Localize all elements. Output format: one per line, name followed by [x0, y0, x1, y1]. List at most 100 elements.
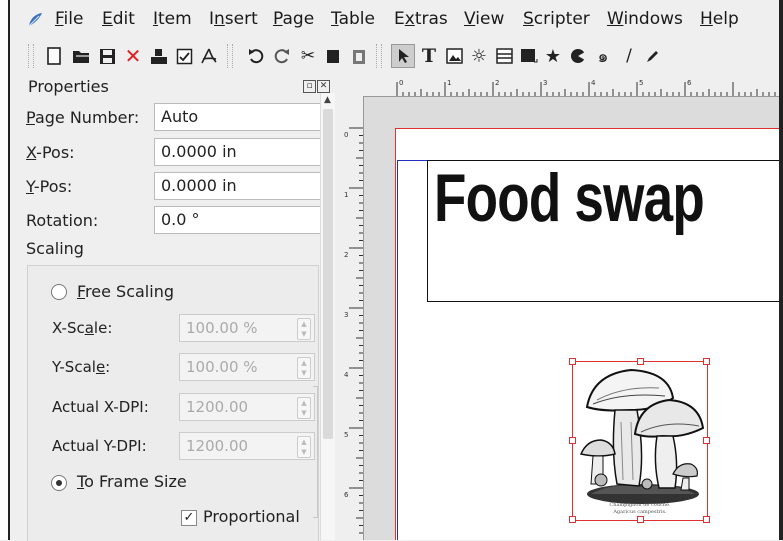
panel-title: Properties: [28, 77, 109, 96]
horizontal-ruler-ticks: 0 1 2 3 4 5 6: [396, 79, 776, 96]
image-caption-line1: Champignon de couche.: [609, 502, 671, 508]
bezier-pen-icon[interactable]: [643, 46, 663, 66]
print-icon[interactable]: [149, 46, 169, 66]
scribus-app-icon: [28, 13, 42, 27]
line-icon[interactable]: /: [619, 46, 639, 66]
xdpi-stepper[interactable]: ▲ ▼: [297, 397, 311, 419]
ruler-number: 6: [344, 491, 349, 499]
resize-handle-bottom-left[interactable]: [569, 516, 576, 523]
proportional-label: Proportional: [203, 507, 300, 526]
scrollbar-thumb[interactable]: [323, 109, 333, 439]
ruler-number: 5: [344, 431, 348, 439]
rotation-field[interactable]: 0.0 °: [154, 206, 332, 234]
ypos-field[interactable]: 0.0000 in: [154, 172, 332, 200]
image-frame-icon[interactable]: [444, 46, 464, 66]
resize-handle-top-right[interactable]: [703, 358, 710, 365]
preflight-check-icon[interactable]: [174, 46, 194, 66]
xscale-spinbox[interactable]: 100.00 % ▲ ▼: [179, 314, 315, 342]
ruler-number: 3: [543, 79, 547, 87]
yscale-label: Y-Scale:: [52, 358, 111, 376]
to-frame-size-radio[interactable]: [51, 475, 67, 491]
ruler-number: 6: [687, 79, 692, 87]
ruler-number: 2: [344, 251, 348, 259]
menu-extras[interactable]: Extras: [394, 9, 448, 29]
window-right-edge: [779, 0, 783, 540]
menu-file[interactable]: File: [55, 9, 83, 29]
close-icon[interactable]: ✕: [123, 44, 143, 68]
new-document-icon[interactable]: [44, 46, 64, 66]
free-scaling-radio[interactable]: [51, 284, 67, 300]
actual-xdpi-spinbox[interactable]: 1200.00 ▲ ▼: [179, 393, 315, 421]
table-icon[interactable]: [494, 46, 514, 66]
xdpi-value: 1200.00: [186, 398, 249, 416]
yscale-stepper[interactable]: ▲ ▼: [297, 357, 311, 379]
page-number-label: Page Number:: [26, 108, 140, 127]
menu-windows[interactable]: Windows: [607, 9, 683, 29]
menu-edit[interactable]: Edit: [102, 9, 135, 29]
vertical-ruler[interactable]: 01234567: [341, 96, 364, 540]
yscale-value: 100.00 %: [186, 358, 258, 376]
toolbar-separator: [227, 44, 233, 68]
shape-icon[interactable]: [519, 46, 539, 66]
cut-icon[interactable]: ✂: [298, 46, 318, 66]
undo-icon[interactable]: [246, 46, 266, 66]
menu-item[interactable]: Item: [153, 9, 192, 29]
scroll-up-arrow-icon[interactable]: ▲: [324, 95, 331, 105]
arc-icon[interactable]: [568, 46, 588, 66]
ruler-number: 0: [399, 79, 403, 87]
ruler-number: 1: [344, 191, 348, 199]
proportional-checkbox[interactable]: ✓: [181, 510, 197, 526]
menu-insert[interactable]: Insert: [209, 9, 258, 29]
title-text: Food swap: [434, 160, 705, 236]
polygon-star-icon[interactable]: ★: [543, 46, 563, 67]
paste-icon[interactable]: [349, 46, 369, 66]
ydpi-value: 1200.00: [186, 437, 249, 455]
mushroom-illustration: [579, 368, 705, 504]
vertical-ruler-ticks: 01234567: [344, 127, 363, 534]
scale-link-chain-icon[interactable]: [313, 386, 318, 518]
horizontal-ruler[interactable]: 0 1 2 3 4 5 6: [341, 74, 779, 97]
yscale-spinbox[interactable]: 100.00 % ▲ ▼: [179, 353, 315, 381]
menu-page[interactable]: Page: [273, 9, 314, 29]
page-number-field[interactable]: Auto: [154, 103, 332, 131]
resize-handle-top-left[interactable]: [569, 358, 576, 365]
open-folder-icon[interactable]: [71, 46, 91, 66]
render-frame-icon[interactable]: ☼: [469, 46, 489, 67]
redo-icon[interactable]: [272, 46, 292, 66]
ydpi-stepper[interactable]: ▲ ▼: [297, 436, 311, 458]
select-arrow-icon[interactable]: [391, 44, 415, 68]
xscale-stepper[interactable]: ▲ ▼: [297, 318, 311, 340]
export-pdf-icon[interactable]: [199, 46, 219, 66]
menu-view[interactable]: View: [464, 9, 504, 29]
resize-handle-right[interactable]: [703, 437, 710, 444]
scaling-section-label: Scaling: [26, 239, 84, 258]
actual-xdpi-label: Actual X-DPI:: [52, 398, 149, 416]
xpos-label: X-Pos:: [26, 143, 75, 162]
title-text-frame[interactable]: Food swap: [427, 160, 779, 302]
menu-help[interactable]: Help: [700, 9, 739, 29]
toolbar-grip: [28, 44, 34, 68]
spiral-icon[interactable]: ๑: [593, 46, 613, 67]
toolbar-separator: [376, 44, 382, 68]
resize-handle-left[interactable]: [569, 437, 576, 444]
ruler-number: 1: [447, 79, 451, 87]
menu-scripter[interactable]: Scripter: [523, 9, 590, 29]
save-icon[interactable]: [97, 46, 117, 66]
image-caption-line2: Agaricus campestris.: [613, 509, 667, 515]
actual-ydpi-spinbox[interactable]: 1200.00 ▲ ▼: [179, 432, 315, 460]
xpos-field[interactable]: 0.0000 in: [154, 138, 332, 166]
xscale-label: X-Scale:: [52, 319, 113, 337]
resize-handle-top[interactable]: [637, 358, 644, 365]
panel-scrollbar[interactable]: ▲: [320, 93, 335, 540]
float-panel-button[interactable]: ▫: [303, 80, 316, 93]
text-frame-icon[interactable]: T: [419, 45, 439, 67]
ruler-number: 2: [495, 79, 499, 87]
menu-bar: File Edit Item Insert Page Table Extras …: [10, 0, 779, 40]
resize-handle-bottom-right[interactable]: [703, 516, 710, 523]
resize-handle-bottom[interactable]: [637, 516, 644, 523]
mushroom-image-frame[interactable]: Champignon de couche. Agaricus campestri…: [569, 358, 710, 523]
menu-table[interactable]: Table: [331, 9, 375, 29]
close-panel-button[interactable]: ✕: [317, 80, 330, 93]
copy-icon[interactable]: [323, 46, 343, 66]
document-canvas[interactable]: Food swap Champignon de couche. Agaricus…: [364, 97, 779, 540]
